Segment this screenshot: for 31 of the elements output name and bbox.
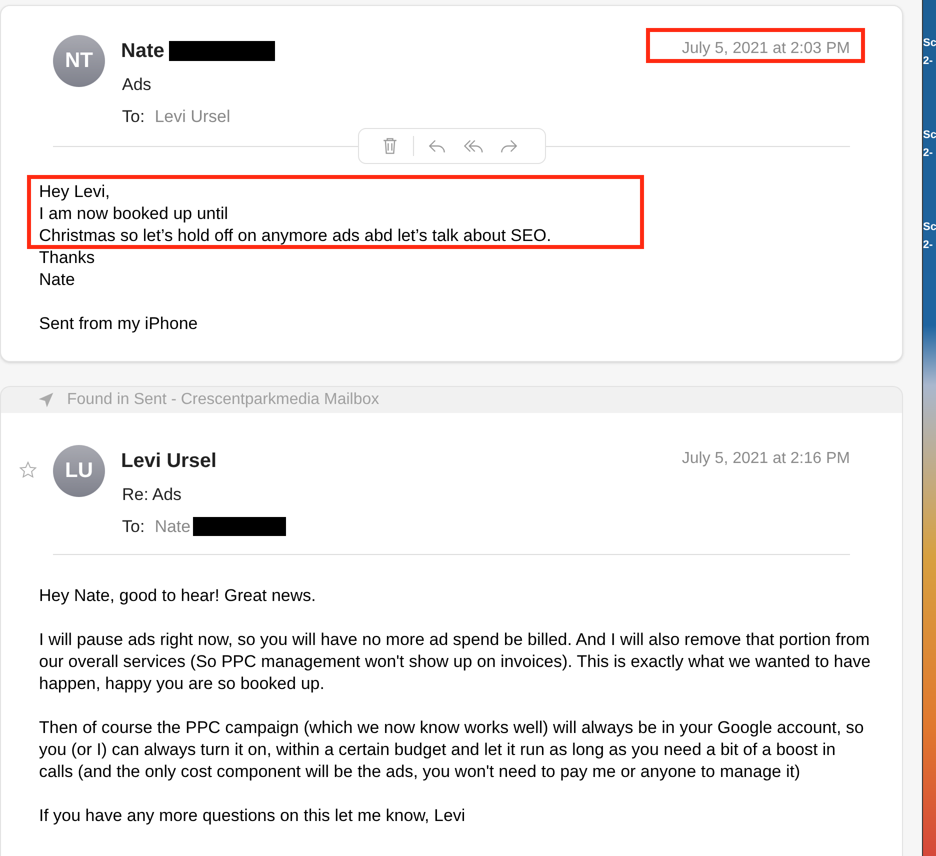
avatar: LU xyxy=(53,445,105,497)
body-text: I will pause ads right now, so you will have no more ad spend be billed. And I will also remove that portion from our overall services (So PPC management won't show up on invoices). This is exactly what we wanted to have happen, happy you are so booked up. xyxy=(39,629,872,695)
to-label: To: xyxy=(122,516,145,538)
body-text: Hey Nate, good to hear! Great news. xyxy=(39,585,317,607)
to-label: To: xyxy=(122,106,145,128)
body-text: Nate xyxy=(39,269,76,291)
sender-name: Nate xyxy=(121,39,164,64)
recipient: Nate xyxy=(154,516,191,538)
star-icon[interactable] xyxy=(19,461,37,479)
body-text: Sent from my iPhone xyxy=(39,313,199,335)
desktop-icon-label: 2- xyxy=(923,238,934,252)
subject: Ads xyxy=(122,74,152,96)
desktop-icon-label: Sc xyxy=(923,220,936,234)
desktop-icon-label: 2- xyxy=(923,54,934,68)
desktop-icon-label: Sc xyxy=(923,36,936,50)
avatar: NT xyxy=(53,35,105,87)
desktop-icon-label: 2- xyxy=(923,146,934,160)
body-text: I am now booked up until xyxy=(39,203,230,225)
recipient: Levi Ursel xyxy=(154,106,230,128)
sender-name: Levi Ursel xyxy=(121,449,217,474)
desktop-icon-label: Sc xyxy=(923,128,936,142)
subject: Re: Ads xyxy=(122,484,183,506)
date: July 5, 2021 at 2:16 PM xyxy=(682,449,850,469)
body-text: If you have any more questions on this let me know, Levi xyxy=(39,805,466,827)
body-text: Then of course the PPC campaign (which we now know works well) will always be in your Google account, so you (or I) can always turn it on, within a certain budget and let it run as long as you need a bit of a boost in calls (and the only cost component will be the ads, you won't need to pay me or anyone to manage it) xyxy=(39,717,865,783)
body-text: Hey Levi, xyxy=(39,181,111,203)
date: July 5, 2021 at 2:03 PM xyxy=(682,39,850,59)
body-text: Thanks xyxy=(39,247,96,269)
paper-plane-icon xyxy=(37,391,55,409)
body-text: Christmas so let’s hold off on anymore ads abd let’s talk about SEO. xyxy=(39,225,552,247)
found-in-text: Found in Sent - Crescentparkmedia Mailbox xyxy=(67,390,380,410)
